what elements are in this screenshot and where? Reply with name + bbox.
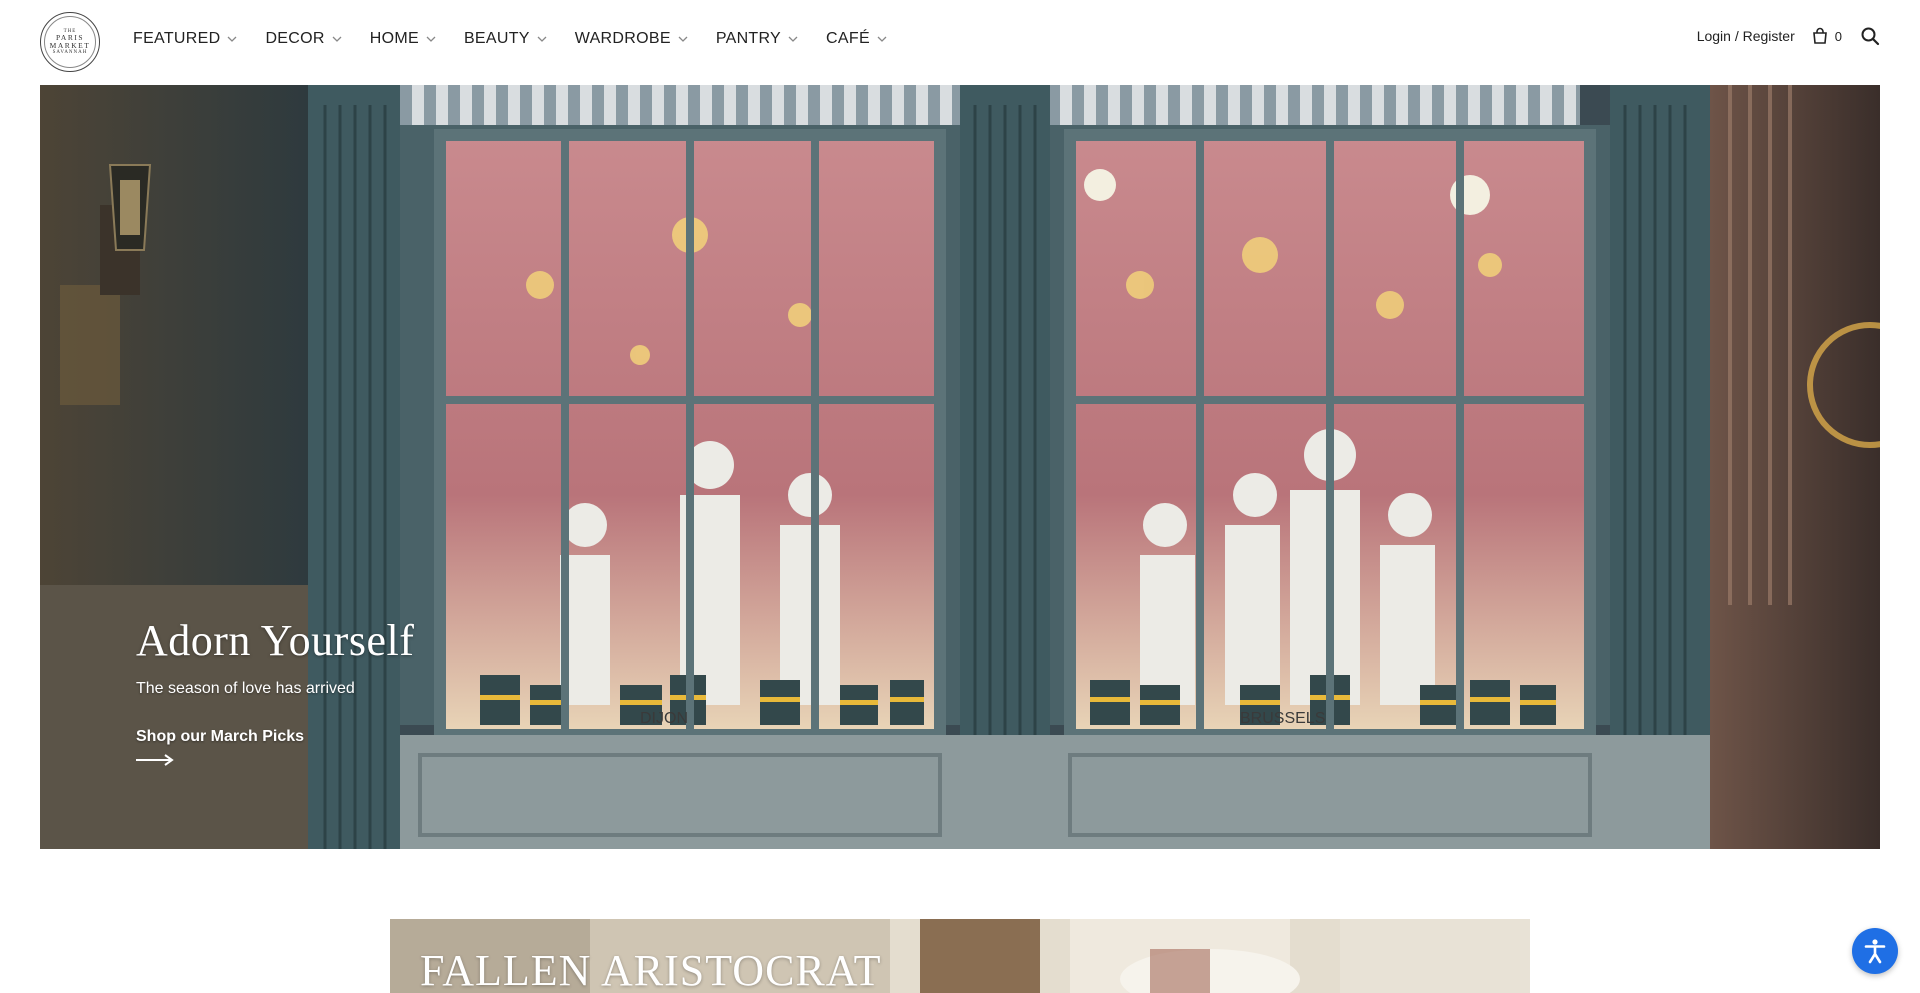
nav-item-decor[interactable]: DECOR [265, 30, 342, 48]
nav-item-pantry[interactable]: PANTRY [716, 30, 799, 48]
accessibility-icon [1864, 939, 1886, 964]
nav-item-label: HOME [369, 30, 419, 47]
arrow-right-icon[interactable] [136, 754, 174, 766]
search-icon[interactable] [1860, 26, 1880, 46]
accessibility-button[interactable] [1852, 928, 1898, 974]
chevron-down-icon [227, 36, 237, 42]
cart-count: 0 [1834, 28, 1842, 44]
window-sign-left: DIJON [640, 710, 688, 727]
chevron-down-icon [678, 36, 688, 42]
hero-title: Adorn Yourself [136, 616, 415, 665]
hero-subtitle: The season of love has arrived [136, 680, 355, 697]
hero-text-block: Adorn Yourself The season of love has ar… [136, 615, 414, 766]
nav-item-label: PANTRY [715, 30, 782, 47]
login-register-link[interactable]: Login / Register [1697, 28, 1795, 44]
nav-item-cafe[interactable]: CAFÉ [826, 30, 888, 48]
nav-item-label: CAFÉ [826, 30, 870, 47]
nav-item-wardrobe[interactable]: WARDROBE [575, 30, 689, 48]
logo-ring [44, 16, 96, 68]
nav-item-label: WARDROBE [574, 30, 671, 47]
fallen-aristocrat-banner[interactable]: FALLEN ARISTOCRAT [390, 919, 1530, 993]
site-header: THE PARIS MARKET SAVANNAH FEATURED DECOR… [0, 0, 1920, 85]
nav-item-label: DECOR [265, 30, 325, 47]
shop-march-picks-link[interactable]: Shop our March Picks [136, 728, 414, 746]
chevron-down-icon [877, 36, 887, 42]
cart-button[interactable]: 0 [1811, 27, 1842, 45]
main-nav: FEATURED DECOR HOME BEAUTY WARDROBE PANT… [133, 30, 915, 48]
site-logo[interactable]: THE PARIS MARKET SAVANNAH [40, 12, 100, 72]
chevron-down-icon [332, 36, 342, 42]
fallen-aristocrat-title: FALLEN ARISTOCRAT [420, 946, 882, 993]
chevron-down-icon [537, 36, 547, 42]
chevron-down-icon [788, 36, 798, 42]
nav-item-beauty[interactable]: BEAUTY [464, 30, 548, 48]
window-sign-right: BRUSSELS [1240, 710, 1325, 727]
nav-item-home[interactable]: HOME [370, 30, 437, 48]
nav-item-label: BEAUTY [463, 30, 530, 47]
header-tools: Login / Register 0 [1697, 26, 1880, 46]
cart-icon [1812, 27, 1827, 44]
nav-item-label: FEATURED [133, 30, 221, 47]
chevron-down-icon [426, 36, 436, 42]
hero-banner[interactable]: DIJON BRUSSELS Adorn Yourself The season… [40, 85, 1880, 849]
nav-item-featured[interactable]: FEATURED [133, 30, 238, 48]
